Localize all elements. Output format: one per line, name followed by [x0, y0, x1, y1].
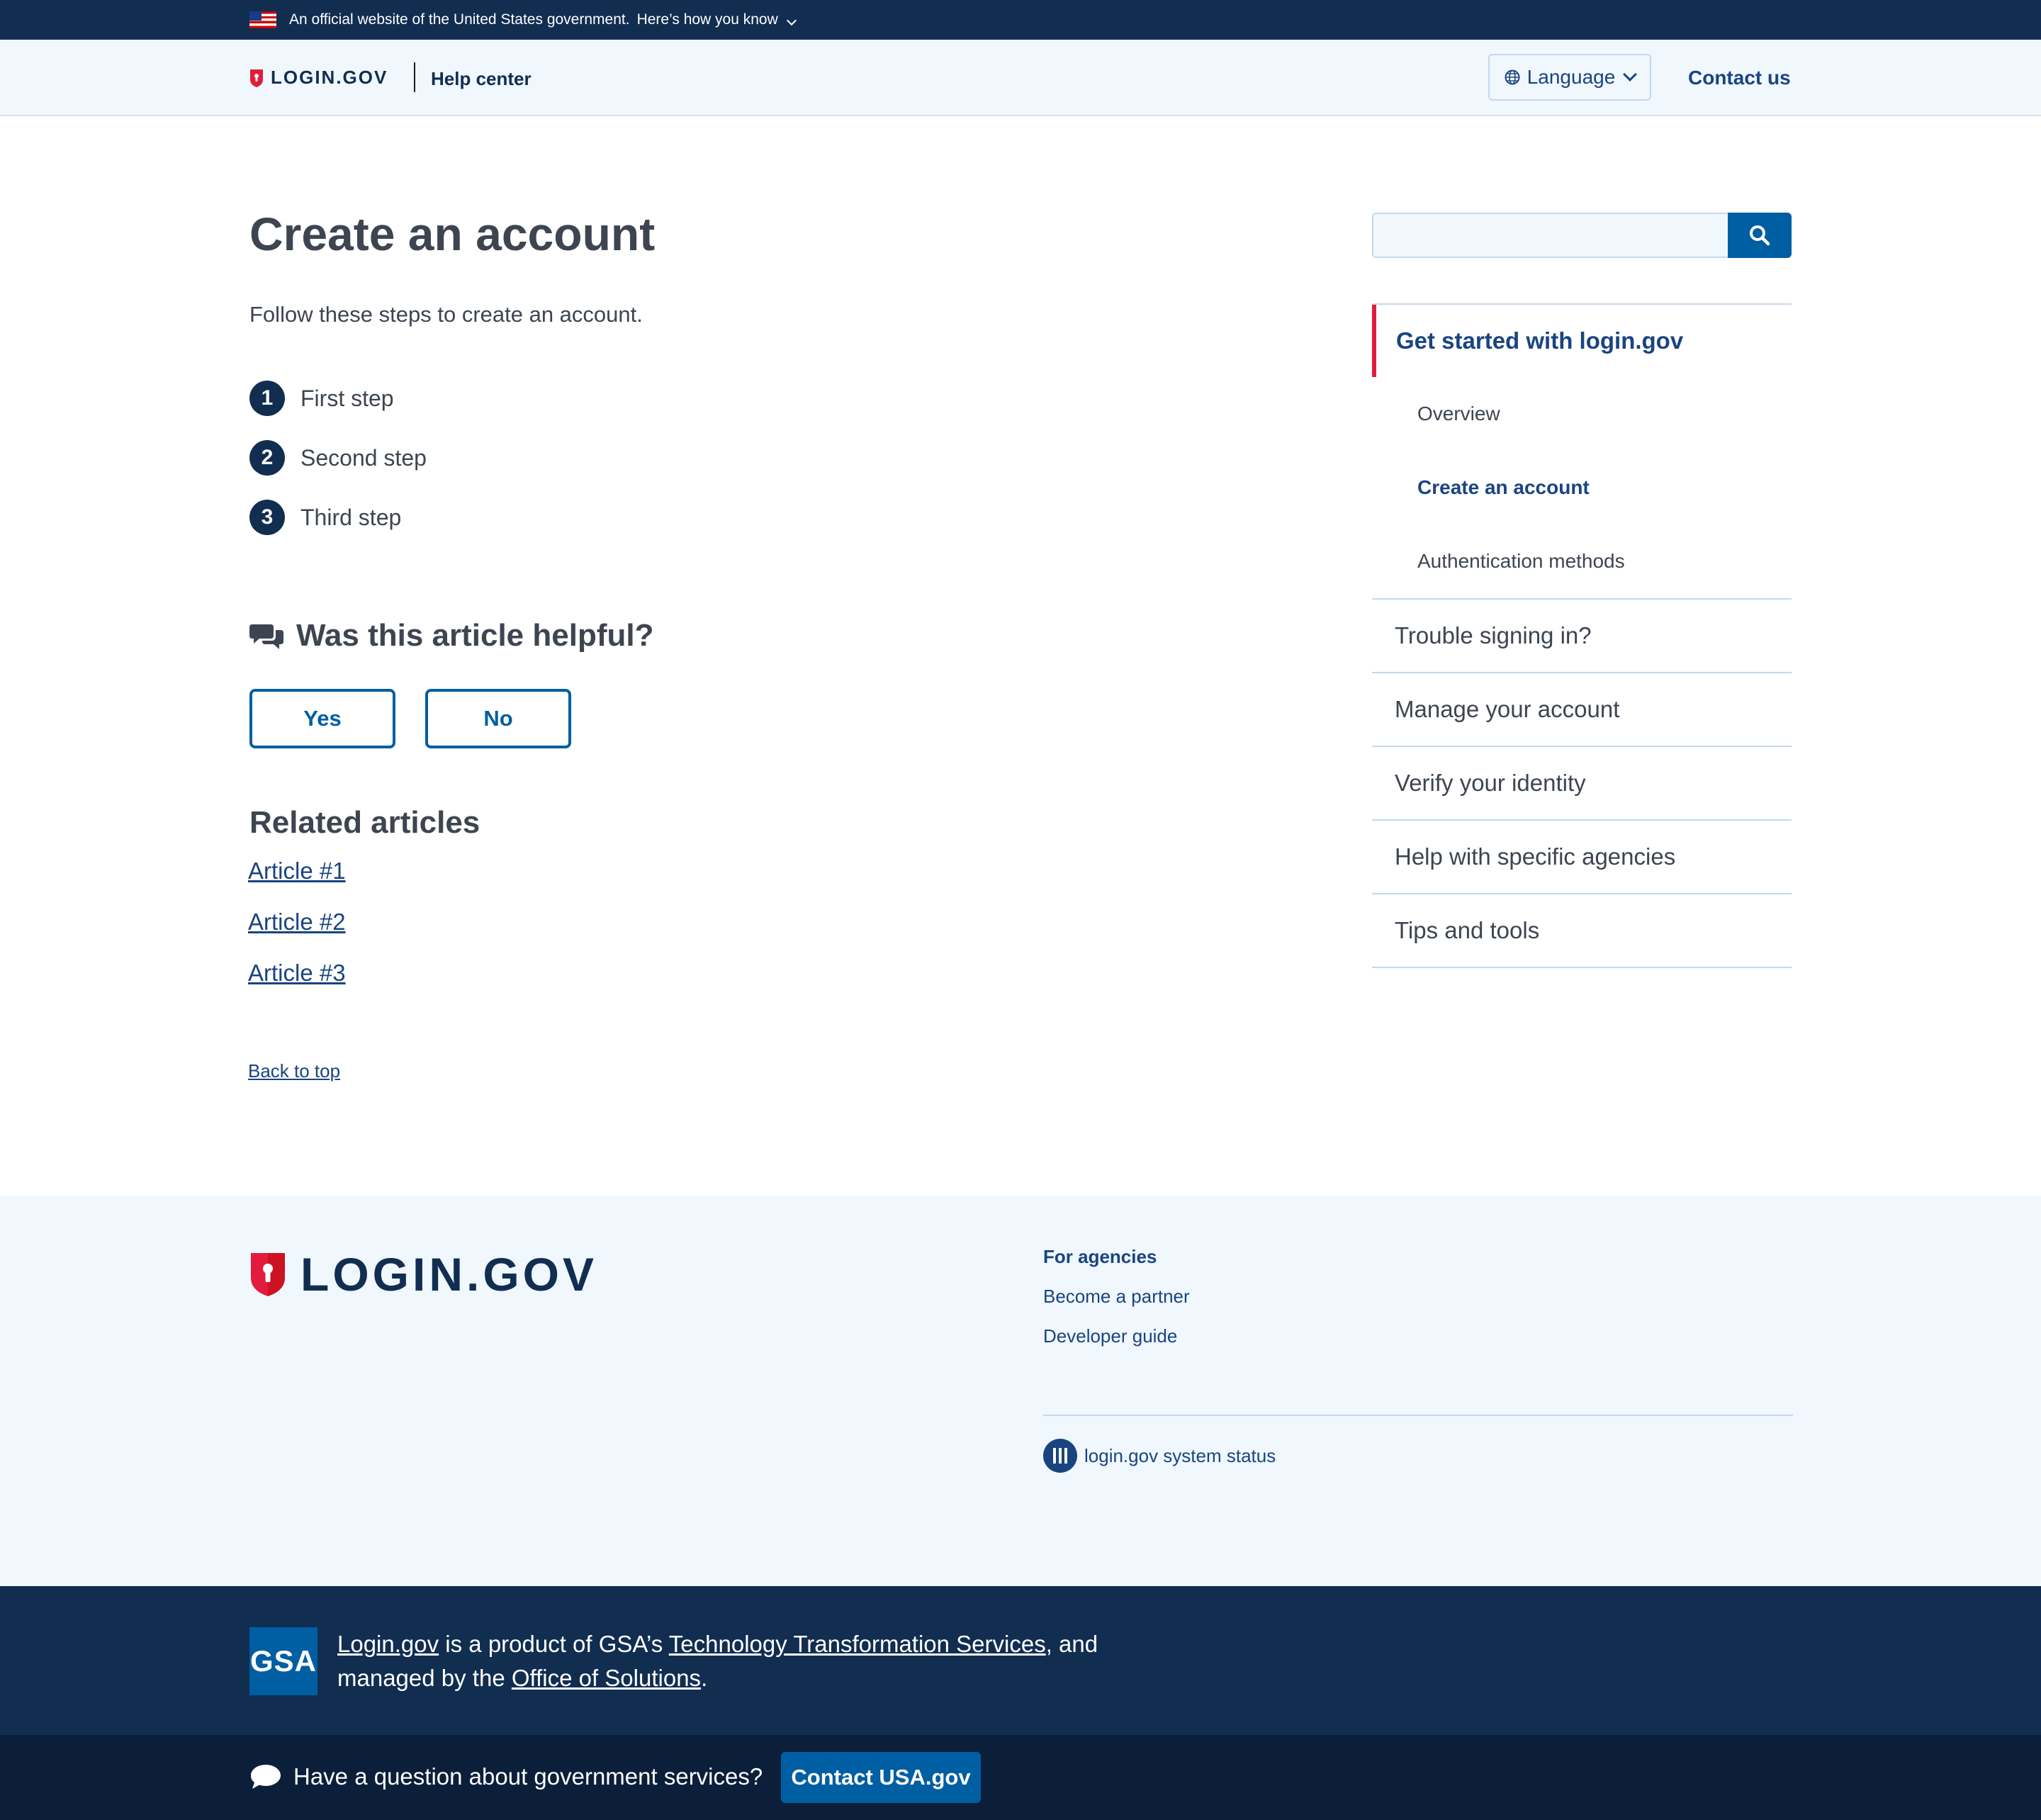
gsa-logo: GSA — [249, 1627, 317, 1695]
gsa-text-part: is a product of GSA’s — [439, 1631, 669, 1657]
usagov-question: Have a question about government service… — [293, 1763, 763, 1790]
search-form — [1372, 213, 1792, 258]
shield-icon — [251, 1253, 285, 1296]
related-articles-heading: Related articles — [249, 805, 480, 840]
list-item: Article #3 — [248, 960, 346, 1011]
sidenav-subitem-create-account[interactable]: Create an account — [1372, 451, 1792, 524]
related-article-link[interactable]: Article #3 — [248, 960, 346, 986]
search-button[interactable] — [1728, 213, 1792, 258]
footer-link-developer-guide[interactable]: Developer guide — [1043, 1325, 1190, 1365]
gov-banner: An official website of the United States… — [0, 0, 2041, 40]
page-title: Create an account — [249, 208, 656, 260]
gsa-text-part: . — [701, 1665, 708, 1691]
step-item: 1 First step — [249, 369, 427, 428]
step-number: 3 — [249, 500, 285, 535]
back-to-top-link[interactable]: Back to top — [248, 1060, 340, 1082]
contact-usagov-button[interactable]: Contact USA.gov — [781, 1752, 981, 1803]
sidenav-item-manage-account[interactable]: Manage your account — [1372, 673, 1792, 746]
feedback-heading: Was this article helpful? — [249, 618, 653, 653]
chevron-down-icon — [786, 15, 797, 26]
list-item: Article #2 — [248, 909, 346, 960]
sidenav-section: Manage your account — [1372, 672, 1792, 746]
sidenav-subitem-overview[interactable]: Overview — [1372, 377, 1792, 451]
step-label: Third step — [300, 504, 402, 530]
sidenav-item-trouble-signing-in[interactable]: Trouble signing in? — [1372, 600, 1792, 672]
chat-bubble-icon — [251, 1765, 281, 1789]
footer-links-heading: For agencies — [1043, 1246, 1157, 1267]
intro-text: Follow these steps to create an account. — [249, 302, 643, 327]
sidenav: Get started with login.gov Overview Crea… — [1372, 303, 1792, 968]
sidenav-item-tips-tools[interactable]: Tips and tools — [1372, 894, 1792, 967]
footer-logo-text: LOGIN.GOV — [300, 1248, 598, 1301]
comments-icon — [249, 624, 283, 649]
related-article-link[interactable]: Article #1 — [248, 858, 346, 884]
sidenav-section: Verify your identity — [1372, 746, 1792, 819]
sidenav-item-agencies[interactable]: Help with specific agencies — [1372, 821, 1792, 893]
shield-icon — [250, 69, 263, 87]
sidenav-section: Tips and tools — [1372, 893, 1792, 968]
system-status-link[interactable]: login.gov system status — [1043, 1439, 1276, 1473]
step-number: 2 — [249, 440, 285, 476]
status-icon — [1043, 1439, 1077, 1473]
us-flag-icon — [249, 11, 276, 28]
list-item: Article #1 — [248, 858, 346, 909]
how-you-know-label: Here’s how you know — [636, 11, 778, 28]
steps-list: 1 First step 2 Second step 3 Third step — [249, 369, 427, 547]
sidenav-sublist: Overview Create an account Authenticatio… — [1372, 377, 1792, 598]
step-item: 2 Second step — [249, 428, 427, 488]
feedback-heading-text: Was this article helpful? — [296, 618, 654, 653]
site-header: LOGIN.GOV Help center Language Contact u… — [0, 40, 2041, 116]
header-logo[interactable]: LOGIN.GOV — [249, 67, 388, 89]
language-button[interactable]: Language — [1488, 54, 1651, 101]
sidenav-section: Get started with login.gov Overview Crea… — [1372, 303, 1792, 598]
office-of-solutions-link[interactable]: Office of Solutions — [512, 1665, 701, 1691]
system-status-label: login.gov system status — [1084, 1444, 1276, 1466]
footer-links: For agencies Become a partner Developer … — [1043, 1246, 1190, 1365]
chevron-down-icon — [1623, 67, 1638, 82]
site-footer: LOGIN.GOV For agencies Become a partner … — [0, 1196, 2041, 1586]
sidenav-subitem-authentication-methods[interactable]: Authentication methods — [1372, 524, 1792, 598]
step-item: 3 Third step — [249, 488, 427, 547]
feedback-no-button[interactable]: No — [425, 689, 571, 748]
header-divider — [414, 62, 415, 92]
sidenav-section: Help with specific agencies — [1372, 819, 1792, 893]
search-input[interactable] — [1372, 213, 1728, 258]
contact-us-link[interactable]: Contact us — [1688, 67, 1791, 89]
sidenav-item-verify-identity[interactable]: Verify your identity — [1372, 747, 1792, 819]
globe-icon — [1505, 69, 1520, 85]
header-logo-text: LOGIN.GOV — [271, 67, 388, 88]
step-label: Second step — [300, 444, 427, 471]
gsa-identifier: GSA Login.gov is a product of GSA’s Tech… — [0, 1586, 2041, 1735]
gsa-statement: Login.gov is a product of GSA’s Technolo… — [337, 1627, 1145, 1695]
gov-banner-text: An official website of the United States… — [289, 11, 630, 28]
language-label: Language — [1526, 66, 1616, 88]
step-label: First step — [300, 385, 394, 411]
how-you-know-toggle[interactable]: Here’s how you know — [636, 11, 797, 28]
footer-divider — [1043, 1415, 1793, 1416]
login-gov-link[interactable]: Login.gov — [337, 1631, 439, 1657]
feedback-yes-button[interactable]: Yes — [249, 689, 395, 748]
help-center-link[interactable]: Help center — [431, 68, 532, 90]
sidenav-section: Trouble signing in? — [1372, 598, 1792, 672]
sidenav-item-get-started[interactable]: Get started with login.gov — [1372, 305, 1792, 377]
footer-logo[interactable]: LOGIN.GOV — [249, 1247, 597, 1301]
tts-link[interactable]: Technology Transformation Services — [669, 1631, 1046, 1657]
related-articles-list: Article #1 Article #2 Article #3 — [248, 858, 346, 1011]
search-icon — [1750, 225, 1770, 246]
usagov-bar: Have a question about government service… — [0, 1735, 2041, 1820]
footer-link-partner[interactable]: Become a partner — [1043, 1286, 1190, 1325]
step-number: 1 — [249, 381, 285, 416]
related-article-link[interactable]: Article #2 — [248, 909, 346, 935]
